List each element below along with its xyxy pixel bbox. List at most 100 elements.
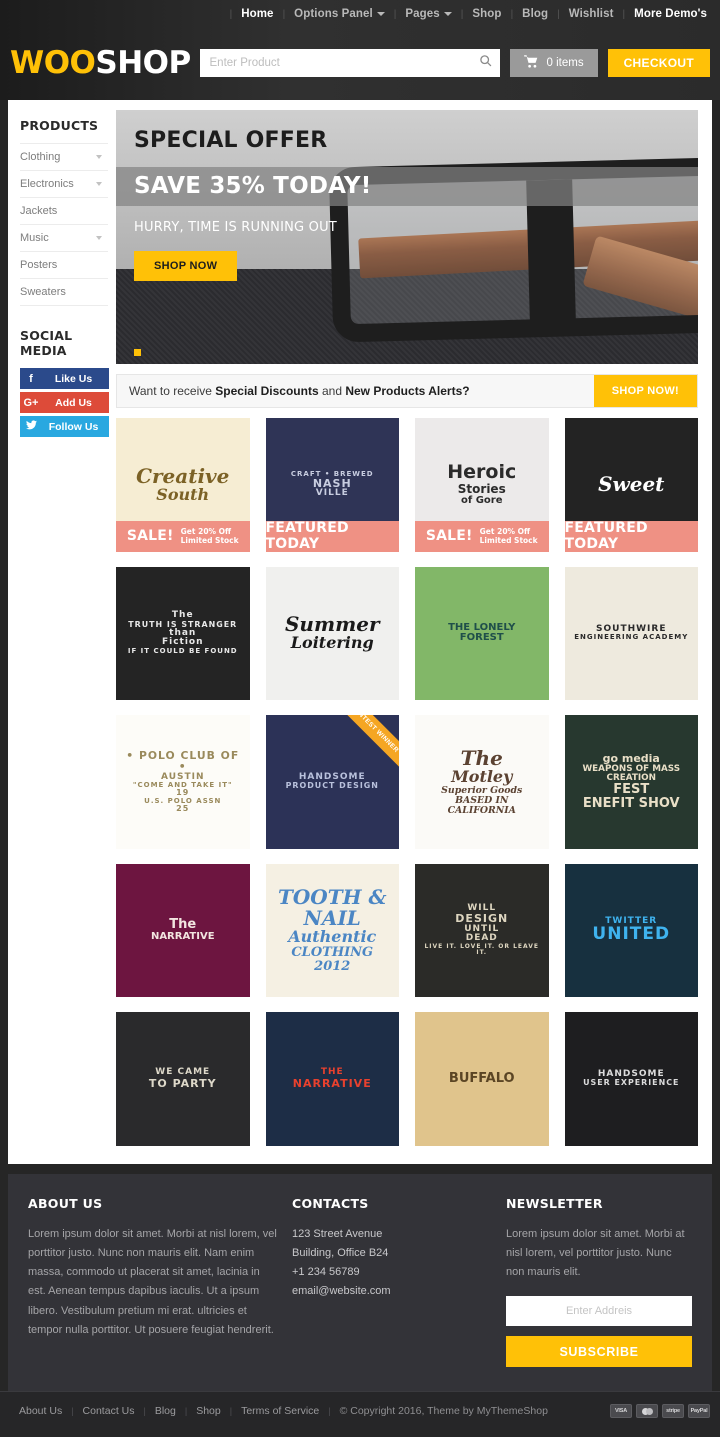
- social-button-label: Add Us: [55, 396, 92, 409]
- product-badge: FEATURED TODAY: [564, 520, 698, 552]
- product-badge-main: SALE!: [126, 528, 174, 544]
- product-card-the-narrative-deer[interactable]: The NARRATIVE: [116, 863, 250, 997]
- footer-newsletter-column: NEWSLETTER Lorem ipsum dolor sit amet. M…: [506, 1196, 692, 1368]
- product-art-text: CLOTHING: [291, 945, 374, 960]
- chevron-down-icon[interactable]: [96, 155, 102, 159]
- nav-item-home[interactable]: Home: [232, 8, 282, 20]
- product-card-the-motley-superior-goods[interactable]: The Motley Superior Goods BASED IN CALIFORN…: [415, 715, 549, 849]
- hero-slider-dots[interactable]: [134, 349, 141, 356]
- product-card-we-came-to-party[interactable]: WE CAME TO PARTY: [116, 1012, 250, 1146]
- bottom-links: About Us | Contact Us | Blog | Shop | Terms of S…: [10, 1405, 328, 1417]
- product-art-text: NARRATIVE: [292, 1076, 372, 1090]
- nav-item-options-panel[interactable]: Options Panel: [285, 8, 394, 20]
- product-card-nashville-craft-brewed[interactable]: CRAFT • BREWED NASH VILLE FEATURED TODAY: [265, 418, 399, 552]
- product-badge-sub: Get 20% Off Limited Stock: [480, 527, 538, 546]
- checkout-button[interactable]: CHECKOUT: [607, 49, 710, 77]
- sidebar-item-posters[interactable]: Posters: [20, 252, 108, 279]
- product-art-text: TOOTH & NAIL: [277, 885, 387, 931]
- product-card-summer-loitering[interactable]: Summer Loitering: [265, 566, 399, 700]
- product-art-text: Motley: [451, 767, 513, 787]
- hero-slider-dot[interactable]: [134, 349, 141, 356]
- payment-icons: VISA stripe PayPal: [610, 1404, 710, 1419]
- product-image: go media WEAPONS OF MASS CREATION FEST ENEF…: [564, 715, 698, 849]
- product-art-text: LIVE IT. LOVE IT. OR LEAVE IT.: [424, 942, 540, 957]
- social-button-facebook[interactable]: f Like Us: [20, 368, 109, 389]
- footer-contact-line: 123 Street Avenue: [292, 1227, 383, 1240]
- sidebar-item-jackets[interactable]: Jackets: [20, 198, 108, 225]
- bottom-link-terms-of-service[interactable]: Terms of Service: [232, 1405, 328, 1417]
- product-card-polo-club-of-austin[interactable]: • POLO CLUB OF • AUSTIN "COME AND TAKE IT"…: [116, 715, 250, 849]
- nav-item-shop[interactable]: Shop: [463, 8, 510, 20]
- nav-item-wishlist[interactable]: Wishlist: [560, 8, 623, 20]
- bottom-link-blog[interactable]: Blog: [146, 1405, 185, 1417]
- promo-bold-2: New Products Alerts?: [345, 384, 470, 398]
- newsletter-email-input[interactable]: [506, 1296, 692, 1327]
- product-art-text: USER EXPERIENCE: [583, 1078, 680, 1088]
- product-card-the-lonely-forest[interactable]: THE LONELY FOREST: [415, 566, 549, 700]
- product-art-text: WEAPONS OF MASS CREATION: [582, 763, 681, 783]
- sidebar-item-music[interactable]: Music: [20, 225, 108, 252]
- product-art-text: The: [460, 746, 503, 771]
- hero-subtitle-band: SAVE 35% TODAY!: [116, 167, 698, 206]
- product-card-handsome-user-experience[interactable]: HANDSOME USER EXPERIENCE: [564, 1012, 698, 1146]
- product-card-buffalo[interactable]: BUFFALO: [415, 1012, 549, 1146]
- product-art-text: of Gore: [461, 494, 503, 506]
- product-card-handsome-product-design[interactable]: HANDSOME PRODUCT DESIGN CONTEST WINNER: [265, 715, 399, 849]
- cart-button[interactable]: 0 items: [509, 49, 598, 77]
- product-card-truth-is-stranger-than-fiction[interactable]: The TRUTH IS STRANGER than Fiction IF IT COU…: [116, 566, 250, 700]
- product-card-tooth-and-nail-authentic-clothing[interactable]: TOOTH & NAIL Authentic CLOTHING 2012: [265, 863, 399, 997]
- sidebar-item-electronics[interactable]: Electronics: [20, 171, 108, 198]
- product-badge-sub-line1: Get 20% Off: [180, 526, 232, 536]
- bottom-link-about-us[interactable]: About Us: [10, 1405, 71, 1417]
- product-image: WILL DESIGN UNTIL DEAD LIVE IT. LOVE IT. OR …: [415, 863, 549, 997]
- social-button-label: Like Us: [54, 372, 93, 385]
- nav-item-blog[interactable]: Blog: [513, 8, 557, 20]
- product-card-creative-south[interactable]: Creative South SALE! Get 20% Off Limited Sto…: [116, 418, 250, 552]
- chevron-down-icon[interactable]: [96, 236, 102, 240]
- sidebar-item-label: Sweaters: [20, 286, 66, 298]
- hero-shop-now-button[interactable]: SHOP NOW: [134, 251, 238, 281]
- promo-shop-now-button[interactable]: SHOP NOW!: [593, 375, 697, 407]
- product-grid: Creative South SALE! Get 20% Off Limited Sto…: [116, 418, 698, 1146]
- product-card-southwire-engineering-academy[interactable]: SOUTHWIRE ENGINEERING ACADEMY: [564, 566, 698, 700]
- site-logo[interactable]: WOOSHOP: [10, 45, 191, 81]
- hero-tagline: HURRY, TIME IS RUNNING OUT: [134, 220, 337, 235]
- site-header: | Home | Options Panel | Pages | Shop | Blog | Wish…: [0, 0, 720, 100]
- nav-item-more-demo-s[interactable]: More Demo's: [625, 8, 716, 20]
- sidebar-item-clothing[interactable]: Clothing: [20, 143, 108, 171]
- chevron-down-icon[interactable]: [96, 182, 102, 186]
- product-badge-main: FEATURED TODAY: [265, 520, 349, 552]
- sidebar-item-label: Music: [20, 232, 49, 244]
- social-button-twitter[interactable]: Follow Us: [20, 416, 109, 437]
- main-content: SPECIAL OFFER SAVE 35% TODAY! HURRY, TIM…: [108, 110, 712, 1146]
- logo-shop-text: SHOP: [95, 45, 191, 81]
- product-card-sweet[interactable]: Sweet FEATURED TODAY: [564, 418, 698, 552]
- product-card-the-narrative-pens[interactable]: THE NARRATIVE: [265, 1012, 399, 1146]
- promo-text-part2: and: [318, 384, 346, 398]
- product-badge-sub: Get 20% Off Limited Stock: [181, 527, 239, 546]
- product-art-text: Heroic: [447, 461, 517, 484]
- product-card-will-design-until-dead[interactable]: WILL DESIGN UNTIL DEAD LIVE IT. LOVE IT. OR …: [415, 863, 549, 997]
- promo-text-part1: Want to receive: [129, 384, 216, 398]
- search-input[interactable]: [199, 49, 500, 77]
- hero-slider[interactable]: SPECIAL OFFER SAVE 35% TODAY! HURRY, TIM…: [116, 110, 698, 364]
- social-button-googleplus[interactable]: G+ Add Us: [20, 392, 109, 413]
- hero-subtitle: SAVE 35% TODAY!: [134, 173, 372, 199]
- payment-icon-paypal: PayPal: [688, 1404, 710, 1419]
- product-card-heroic-stories[interactable]: Heroic Stories of Gore SALE! Get 20% Off Limi…: [415, 418, 549, 552]
- product-image: The NARRATIVE: [116, 863, 250, 997]
- product-art-text: FOREST: [459, 632, 504, 644]
- product-image: THE NARRATIVE: [265, 1012, 399, 1146]
- promo-bold-1: Special Discounts: [215, 384, 319, 398]
- product-card-twitter-united[interactable]: TWITTER UNITED: [564, 863, 698, 997]
- product-art-text: The: [169, 917, 197, 933]
- product-card-weapons-of-mass-creation-fest[interactable]: go media WEAPONS OF MASS CREATION FEST ENEF…: [564, 715, 698, 849]
- product-image: SOUTHWIRE ENGINEERING ACADEMY: [564, 566, 698, 700]
- sidebar-item-sweaters[interactable]: Sweaters: [20, 279, 108, 306]
- bottom-link-contact-us[interactable]: Contact Us: [74, 1405, 144, 1417]
- bottom-link-shop[interactable]: Shop: [187, 1405, 230, 1417]
- sidebar-social-title: SOCIAL MEDIA: [20, 328, 73, 358]
- footer-newsletter-title: NEWSLETTER: [506, 1195, 603, 1211]
- nav-item-pages[interactable]: Pages: [396, 8, 460, 20]
- newsletter-subscribe-button[interactable]: SUBSCRIBE: [506, 1336, 692, 1368]
